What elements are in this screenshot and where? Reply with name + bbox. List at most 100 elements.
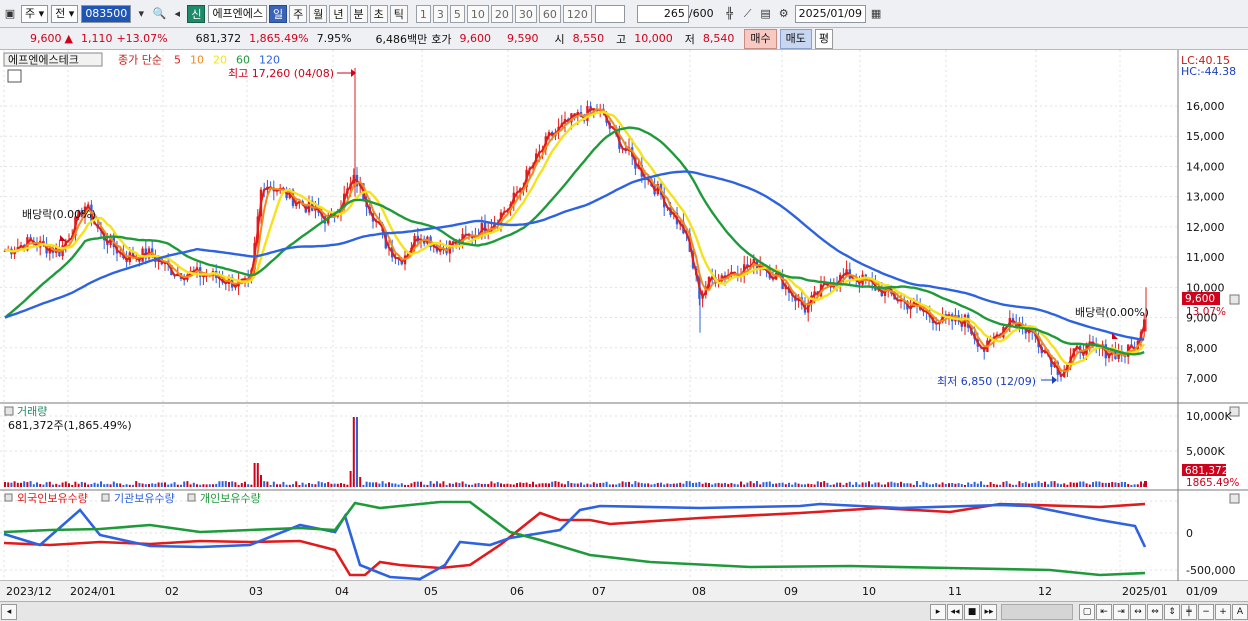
volume-bar (640, 483, 643, 487)
gear-icon[interactable]: ⚙ (776, 6, 792, 22)
volume-bar (432, 483, 435, 487)
speaker-icon[interactable]: ◂ (169, 6, 185, 22)
grid-toggle-icon[interactable]: ╪ (1181, 603, 1197, 620)
volume-bar (932, 484, 934, 487)
period-tab-2[interactable]: 월 (309, 4, 328, 23)
volume-bar (282, 481, 285, 487)
volume-bar (570, 483, 573, 487)
period-tab-5[interactable]: 초 (369, 4, 388, 23)
x-tick: 11 (948, 585, 962, 598)
volume-bar (1028, 483, 1030, 487)
interval-tab-120[interactable]: 120 (562, 4, 592, 23)
holding-close-icon[interactable] (1229, 493, 1240, 504)
table-icon[interactable] (7, 69, 22, 83)
volume-bar (980, 481, 982, 487)
volume-bar (77, 483, 80, 487)
volume-bar (637, 482, 640, 487)
volume-bar (608, 484, 611, 487)
panel-close-icon[interactable] (1229, 294, 1240, 305)
volume-bar (87, 484, 90, 487)
volume-bar (784, 484, 787, 487)
volume-bar (692, 482, 694, 487)
volume-bar (135, 481, 138, 487)
crosshair-icon[interactable]: ╬ (722, 6, 738, 22)
count-input[interactable]: 265 (636, 4, 689, 23)
period-tab-0[interactable]: 일 (269, 4, 288, 23)
interval-tab-30[interactable]: 30 (514, 4, 537, 23)
period-select[interactable]: 주 ▾ (21, 4, 49, 23)
stock-code-input[interactable]: 083500 (81, 4, 132, 23)
zoom-out-icon[interactable]: − (1198, 603, 1214, 620)
period-tab-3[interactable]: 년 (329, 4, 348, 23)
interval-tab-3[interactable]: 3 (432, 4, 448, 23)
split-icon[interactable]: ⇕ (1164, 603, 1180, 620)
interval-tab-60[interactable]: 60 (538, 4, 561, 23)
volume-bar (791, 484, 794, 487)
period-tab-4[interactable]: 분 (349, 4, 368, 23)
volume-bar (55, 483, 58, 487)
volume-bar (836, 482, 838, 487)
zoom-reset-icon[interactable]: ▢ (1079, 603, 1095, 620)
interval-tabs: 1 3 5 10 20 30 60 120 (414, 4, 592, 23)
interval-tab-20[interactable]: 20 (490, 4, 513, 23)
search-icon[interactable]: 🔍 (151, 6, 167, 22)
volume-bar (976, 483, 979, 487)
volume-bar (711, 484, 714, 487)
expand-icon[interactable]: ⇔ (1147, 603, 1163, 620)
volume-bar (1005, 481, 1008, 487)
prev-marker-icon[interactable]: ⇤ (1096, 603, 1112, 620)
x-tick: 10 (862, 585, 876, 598)
stock-chart[interactable]: 에프엔에스테크 종가 단순 5 10 20 60 120 LC:40.15 HC:-44… (0, 50, 1248, 601)
volume-bar (669, 483, 672, 487)
window-icon[interactable]: ▣ (2, 6, 18, 22)
volume-bar (272, 481, 275, 487)
period-tab-6[interactable]: 틱 (389, 4, 408, 23)
next-marker-icon[interactable]: ⇥ (1113, 603, 1129, 620)
volume-bar (842, 484, 845, 487)
interval-tab-5[interactable]: 5 (449, 4, 465, 23)
volume-bar (864, 482, 867, 487)
fit-icon[interactable]: ↔ (1130, 603, 1146, 620)
interval-tab-1[interactable]: 1 (415, 4, 431, 23)
scroll-right-icon[interactable]: ▸ (930, 603, 946, 620)
volume-bar (973, 481, 976, 487)
buy-button[interactable]: 매수 (744, 28, 777, 49)
date-input[interactable]: 2025/01/09 (794, 4, 867, 23)
flat-button[interactable]: 평 (814, 28, 834, 49)
dropdown-icon[interactable]: ▾ (133, 6, 149, 22)
zoom-slider[interactable] (1001, 603, 1073, 620)
stop-icon[interactable]: ■ (964, 603, 980, 620)
scroll-left-icon[interactable]: ◂ (1, 603, 17, 620)
volume-bar (480, 483, 483, 487)
save-icon[interactable]: ▤ (758, 6, 774, 22)
draw-icon[interactable]: ⟋ (740, 6, 756, 22)
volume-bar (1044, 481, 1046, 487)
volume-bar (576, 483, 579, 487)
volume-bar (1018, 481, 1021, 487)
holding-tick: 0 (1186, 527, 1193, 540)
volume-bar (695, 482, 698, 487)
interval-tab-10[interactable]: 10 (466, 4, 489, 23)
prev-toggle[interactable]: 전 ▾ (51, 4, 79, 23)
interval-input[interactable] (594, 4, 625, 23)
volume-bar (903, 483, 906, 487)
scale-icon[interactable]: A (1232, 603, 1248, 620)
volume-bar-last (1144, 481, 1147, 487)
volume-bar (704, 482, 707, 487)
volume-bar (941, 482, 944, 487)
x-tick: 08 (692, 585, 706, 598)
volume-bar (362, 484, 365, 487)
volume-bar (237, 484, 240, 487)
period-tab-1[interactable]: 주 (289, 4, 308, 23)
volume-bar (141, 483, 144, 487)
forward-icon[interactable]: ▸▸ (981, 603, 997, 620)
holding-legend-0: 외국인보유수량 (17, 492, 88, 505)
volume-bar (212, 484, 214, 487)
sell-button[interactable]: 매도 (779, 28, 812, 49)
volume-bar (477, 482, 480, 487)
zoom-in-icon[interactable]: + (1215, 603, 1231, 620)
rewind-icon[interactable]: ◂◂ (947, 603, 963, 620)
volume-bar (615, 484, 618, 487)
calendar-icon[interactable]: ▦ (868, 6, 884, 22)
volume-bar (778, 482, 781, 487)
